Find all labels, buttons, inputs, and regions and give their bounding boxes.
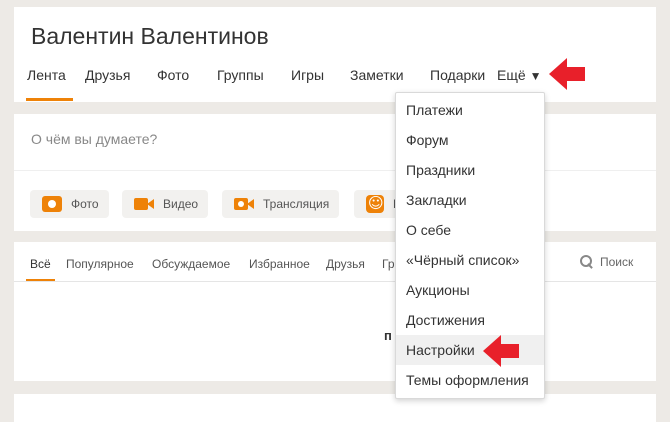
red-arrow-icon: [483, 335, 519, 367]
feed-search-label: Поиск: [600, 255, 634, 269]
profile-name[interactable]: Валентин Валентинов: [31, 23, 269, 50]
menu-item-payments[interactable]: Платежи: [396, 95, 544, 125]
next-card: [14, 394, 656, 422]
video-camera-icon: [134, 196, 154, 212]
menu-item-about[interactable]: О себе: [396, 215, 544, 245]
status-input[interactable]: О чём вы думаете?: [31, 131, 157, 147]
tab-more-label: Ещё: [497, 67, 526, 83]
tab-games[interactable]: Игры: [291, 67, 324, 83]
tab-more[interactable]: Ещё ▼: [497, 67, 542, 83]
red-arrow-icon: [549, 58, 585, 90]
tab-feed[interactable]: Лента: [27, 67, 66, 83]
feed-panel: Всё Популярное Обсуждаемое Избранное Дру…: [14, 242, 656, 381]
feed-search-button[interactable]: Поиск: [580, 255, 633, 269]
more-dropdown-menu: Платежи Форум Праздники Закладки О себе …: [395, 92, 545, 399]
menu-item-holidays[interactable]: Праздники: [396, 155, 544, 185]
live-stream-icon: [234, 196, 254, 212]
active-tab-indicator: [26, 98, 73, 101]
menu-item-themes[interactable]: Темы оформления: [396, 365, 544, 395]
filter-groups[interactable]: Гр: [382, 257, 395, 271]
search-icon: [580, 255, 594, 269]
filter-all[interactable]: Всё: [30, 257, 51, 271]
menu-item-auctions[interactable]: Аукционы: [396, 275, 544, 305]
menu-item-bookmarks[interactable]: Закладки: [396, 185, 544, 215]
tab-gifts[interactable]: Подарки: [430, 67, 485, 83]
filter-friends[interactable]: Друзья: [326, 257, 365, 271]
divider: [14, 281, 656, 282]
add-photo-label: Фото: [71, 197, 99, 211]
live-stream-label: Трансляция: [263, 197, 330, 211]
tab-notes[interactable]: Заметки: [350, 67, 404, 83]
filter-favorites[interactable]: Избранное: [249, 257, 310, 271]
tab-friends[interactable]: Друзья: [85, 67, 130, 83]
camera-icon: [42, 196, 62, 212]
menu-item-settings[interactable]: Настройки: [396, 335, 544, 365]
menu-item-achievements[interactable]: Достижения: [396, 305, 544, 335]
filter-popular[interactable]: Популярное: [66, 257, 134, 271]
tab-groups[interactable]: Группы: [217, 67, 264, 83]
divider: [14, 170, 656, 171]
add-video-button[interactable]: Видео: [122, 190, 209, 218]
live-stream-button[interactable]: Трансляция: [222, 190, 340, 218]
menu-item-forum[interactable]: Форум: [396, 125, 544, 155]
filter-discussed[interactable]: Обсуждаемое: [152, 257, 230, 271]
feed-content-text: п: [384, 328, 392, 343]
menu-item-blacklist[interactable]: «Чёрный список»: [396, 245, 544, 275]
smiley-icon: [366, 194, 384, 213]
caret-down-icon: ▼: [529, 69, 542, 83]
add-photo-button[interactable]: Фото: [30, 190, 109, 218]
post-composer: О чём вы думаете? Фото Видео Трансляция …: [14, 114, 656, 231]
add-video-label: Видео: [163, 197, 199, 211]
tab-photos[interactable]: Фото: [157, 67, 189, 83]
